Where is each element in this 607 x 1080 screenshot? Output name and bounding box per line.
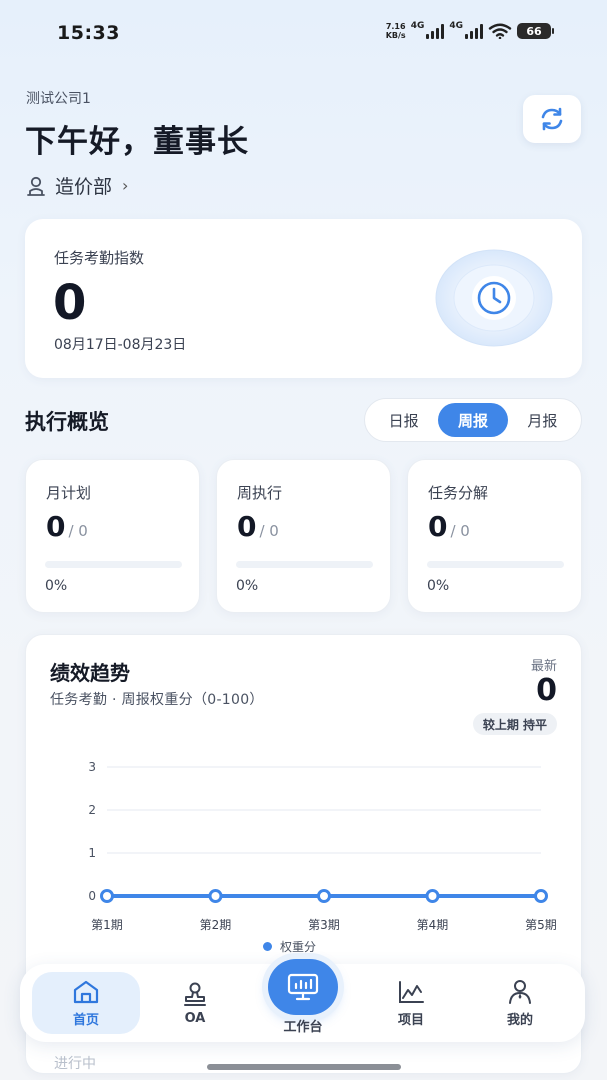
status-time: 15:33: [57, 22, 120, 44]
stamp-icon: [184, 982, 206, 1006]
stat-label: 任务分解: [428, 484, 489, 502]
line-chart-icon: [399, 980, 424, 1003]
clock-icon: [435, 249, 553, 347]
data-point: [100, 889, 114, 903]
greeting-title: 下午好，董事长: [25, 124, 249, 160]
user-icon: [509, 979, 531, 1004]
tab-label: 我的: [506, 1012, 533, 1028]
task-breakdown-card[interactable]: 任务分解 0 / 0 0%: [407, 459, 582, 613]
stat-percent: 0%: [236, 578, 259, 594]
stat-count: 0: [237, 510, 257, 543]
tab-label: 项目: [397, 1012, 424, 1028]
network-speed: 7.16 KB/s: [385, 22, 406, 40]
company-name: 测试公司1: [26, 91, 91, 107]
signal-type-label: 4G: [449, 21, 463, 31]
x-tick-label: 第3期: [308, 918, 340, 932]
weekly-execution-card[interactable]: 周执行 0 / 0 0%: [216, 459, 391, 613]
x-tick-label: 第2期: [200, 918, 232, 932]
signal-bars-icon: [465, 23, 483, 39]
stat-progress-bar: [236, 561, 373, 568]
data-point: [425, 889, 440, 903]
tab-daily-report[interactable]: 日报: [369, 403, 438, 437]
stat-count: 0: [428, 510, 448, 543]
clock-badge: [435, 249, 553, 347]
attendance-date-range: 08月17日-08月23日: [54, 337, 187, 353]
stat-label: 周执行: [237, 484, 283, 502]
next-section-title: 进行中: [54, 1056, 96, 1072]
tab-home[interactable]: 首页: [32, 972, 140, 1034]
monthly-plan-card[interactable]: 月计划 0 / 0 0%: [25, 459, 200, 613]
refresh-icon: [541, 107, 563, 131]
status-bar: 15:33 7.16 KB/s 4G 4G 66: [0, 0, 607, 66]
stat-value: 0 / 0: [428, 510, 470, 543]
tab-mine[interactable]: 我的: [466, 972, 574, 1034]
y-tick-label: 2: [88, 803, 96, 817]
y-tick-label: 0: [88, 889, 96, 903]
y-tick-label: 3: [88, 760, 96, 774]
department-selector[interactable]: 造价部 ›: [25, 172, 128, 199]
stat-label: 月计划: [46, 484, 92, 502]
x-tick-label: 第1期: [91, 918, 123, 932]
stat-value: 0 / 0: [237, 510, 279, 543]
performance-line-chart: 0 1 2 3 第1期 第2期 第3期 第4期 第5期: [88, 760, 557, 932]
stat-value: 0 / 0: [46, 510, 88, 543]
data-point: [208, 889, 223, 903]
tab-oa[interactable]: OA: [141, 972, 249, 1034]
stat-total: / 0: [259, 522, 279, 540]
department-label: 造价部: [55, 176, 113, 198]
workbench-label[interactable]: 工作台: [268, 1016, 338, 1035]
attendance-title: 任务考勤指数: [54, 249, 145, 267]
legend-label: 权重分: [280, 940, 317, 954]
tab-projects[interactable]: 项目: [357, 972, 465, 1034]
workbench-button[interactable]: [268, 959, 338, 1015]
chart-legend: 权重分: [263, 938, 316, 955]
signal-type-label: 4G: [410, 21, 425, 31]
attendance-value: 0: [53, 275, 87, 331]
tab-weekly-report[interactable]: 周报: [438, 403, 508, 437]
status-indicators: 7.16 KB/s 4G 4G 66: [385, 21, 554, 40]
stat-count: 0: [46, 510, 66, 543]
stat-progress-bar: [45, 561, 182, 568]
stat-total: / 0: [68, 522, 88, 540]
signal-bars-icon: [426, 23, 445, 39]
tab-label: OA: [184, 1010, 206, 1026]
report-period-switch: 日报 周报 月报: [364, 398, 582, 442]
home-icon: [73, 980, 99, 1003]
x-tick-label: 第5期: [525, 918, 557, 932]
monitor-chart-icon: [287, 973, 319, 1001]
stat-percent: 0%: [45, 578, 68, 594]
home-indicator[interactable]: [207, 1064, 401, 1070]
attendance-index-card[interactable]: 任务考勤指数 0 08月17日-08月23日: [25, 219, 582, 378]
stat-percent: 0%: [427, 578, 450, 594]
tab-monthly-report[interactable]: 月报: [508, 403, 577, 437]
execution-overview-title: 执行概览: [25, 410, 109, 434]
tab-label: 首页: [72, 1012, 99, 1028]
data-point: [534, 889, 548, 903]
y-tick-label: 1: [88, 846, 96, 860]
x-tick-label: 第4期: [417, 918, 449, 932]
legend-dot: [263, 942, 272, 951]
department-user-icon: [27, 176, 45, 196]
battery-icon: 66: [517, 23, 554, 39]
stat-total: / 0: [450, 522, 470, 540]
data-point: [317, 889, 331, 903]
refresh-button[interactable]: [523, 95, 581, 143]
stat-progress-bar: [427, 561, 564, 568]
wifi-icon: [488, 23, 512, 39]
chevron-right-icon: ›: [122, 176, 129, 195]
